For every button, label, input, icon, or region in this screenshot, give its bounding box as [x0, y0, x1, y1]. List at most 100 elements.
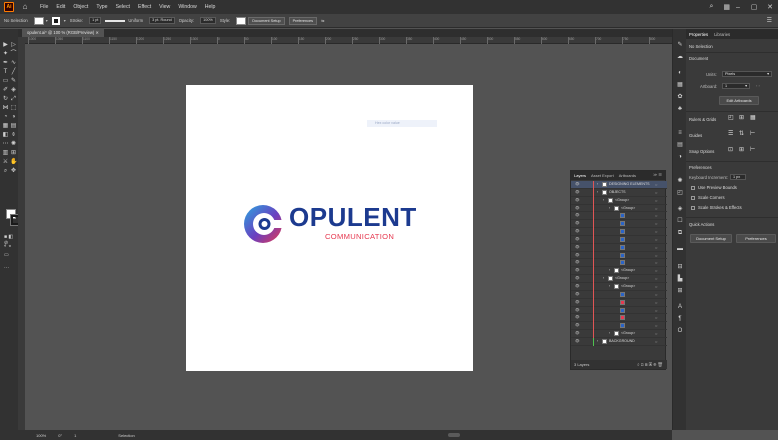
menu-edit[interactable]: Edit	[56, 4, 65, 10]
layer-row[interactable]: 👁 ○	[571, 306, 667, 315]
target-icon[interactable]: ○	[655, 253, 657, 258]
menu-effect[interactable]: Effect	[138, 4, 151, 10]
layer-actions-icons[interactable]: ⌕ ⊡ ⊞ ▣ ⊕ 🗑	[637, 360, 663, 369]
character-panel-icon[interactable]: A	[676, 303, 684, 311]
layer-row[interactable]: 👁 › OBJECTS ○	[571, 188, 667, 197]
visibility-eye-icon[interactable]: 👁	[575, 221, 580, 225]
artboard[interactable]: Hex color value OPULENT COMMUNICATION	[186, 85, 473, 371]
expand-arrow-icon[interactable]: ›	[609, 268, 610, 272]
target-icon[interactable]: ○	[655, 190, 657, 195]
target-icon[interactable]: ○	[655, 268, 657, 273]
target-icon[interactable]: ○	[655, 276, 657, 281]
curvature-tool-icon[interactable]: ∿	[10, 60, 17, 67]
target-icon[interactable]: ○	[655, 300, 657, 305]
align-panel-icon[interactable]: ⊟	[676, 263, 684, 271]
live-paint-icon[interactable]: ◑	[10, 114, 17, 121]
visibility-eye-icon[interactable]: 👁	[575, 300, 580, 304]
stroke-profile[interactable]: Uniform	[128, 18, 143, 23]
swatches-panel-icon[interactable]: ▦	[676, 81, 684, 89]
edit-toolbar-icon[interactable]: ···	[4, 265, 18, 271]
tab-libraries[interactable]: Libraries	[714, 32, 730, 37]
layer-row[interactable]: 👁 ○	[571, 290, 667, 299]
visibility-eye-icon[interactable]: 👁	[575, 292, 580, 296]
target-icon[interactable]: ○	[655, 315, 657, 320]
target-icon[interactable]: ○	[655, 221, 657, 226]
eraser-icon[interactable]: ◈	[10, 87, 17, 94]
document-setup-button[interactable]: Document Setup	[248, 16, 285, 25]
layer-row[interactable]: 👁 ○	[571, 259, 667, 268]
visibility-eye-icon[interactable]: 👁	[575, 245, 580, 249]
target-icon[interactable]: ○	[655, 206, 657, 211]
arrange-icon[interactable]: ⇆	[321, 18, 324, 23]
target-icon[interactable]: ○	[655, 182, 657, 187]
width-tool-icon[interactable]: ⋈	[2, 105, 9, 112]
expand-arrow-icon[interactable]: ›	[597, 190, 598, 194]
scale-tool-icon[interactable]: ⤢	[10, 96, 17, 103]
visibility-eye-icon[interactable]: 👁	[575, 260, 580, 264]
menu-view[interactable]: View	[159, 4, 170, 10]
opacity-field[interactable]: 100%	[200, 17, 216, 24]
screen-mode-icon[interactable]: ▭	[4, 252, 18, 258]
expand-arrow-icon[interactable]: ›	[603, 276, 604, 280]
preferences-button[interactable]: Preferences	[736, 234, 776, 243]
target-icon[interactable]: ○	[655, 308, 657, 313]
type-tool-icon[interactable]: T	[2, 69, 9, 76]
direct-selection-tool-icon[interactable]: ▷	[10, 42, 17, 49]
document-tab[interactable]: opulent.ai* @ 100 % (RGB/Preview) ✕	[22, 29, 105, 37]
visibility-eye-icon[interactable]: 👁	[575, 198, 580, 202]
pathfinder-panel-icon[interactable]: ▙	[676, 275, 684, 283]
target-icon[interactable]: ○	[655, 213, 657, 218]
column-graph-icon[interactable]: ▥	[2, 150, 9, 157]
target-icon[interactable]: ○	[655, 245, 657, 250]
chevron-down-icon[interactable]: ▾	[46, 18, 48, 23]
target-icon[interactable]: ○	[655, 331, 657, 336]
lock-guides-icon[interactable]: ⇅	[739, 130, 744, 137]
zoom-tool-icon[interactable]: ⌕	[2, 168, 9, 175]
target-icon[interactable]: ○	[655, 260, 657, 265]
grid-toggle-icon[interactable]: ⊞	[739, 114, 744, 121]
perspective-grid-icon[interactable]: ▦	[2, 123, 9, 130]
layer-row[interactable]: 👁 › <Group> ○	[571, 196, 667, 205]
target-icon[interactable]: ○	[655, 323, 657, 328]
visibility-eye-icon[interactable]: 👁	[575, 268, 580, 272]
visibility-eye-icon[interactable]: 👁	[575, 182, 580, 186]
layer-row[interactable]: 👁 ○	[571, 243, 667, 252]
menu-help[interactable]: Help	[205, 4, 216, 10]
symbol-sprayer-icon[interactable]: ✺	[10, 141, 17, 148]
draw-mode-icons[interactable]: ◐ ◒	[4, 243, 18, 249]
layer-row[interactable]: 👁 ○	[571, 220, 667, 229]
minimize-icon[interactable]: –	[730, 4, 746, 11]
zoom-level[interactable]: 100%	[36, 433, 46, 438]
layer-row[interactable]: 👁 ○	[571, 314, 667, 323]
tab-layers[interactable]: Layers	[574, 173, 586, 178]
opentype-panel-icon[interactable]: O	[676, 327, 684, 335]
layer-row[interactable]: 👁 ○	[571, 212, 667, 221]
paintbrush-icon[interactable]: ✎	[10, 78, 17, 85]
graphic-style-swatch[interactable]	[236, 16, 247, 25]
search-icon[interactable]: ⌕	[709, 3, 713, 11]
horizontal-scrollbar[interactable]	[448, 433, 460, 437]
mesh-tool-icon[interactable]: ▤	[10, 123, 17, 130]
panel-menu-icon[interactable]: ☰	[767, 17, 772, 24]
preferences-button[interactable]: Preferences	[288, 16, 318, 25]
layer-row[interactable]: 👁 ○	[571, 322, 667, 331]
ruler-origin[interactable]	[18, 37, 25, 44]
gradient-panel-icon[interactable]: ▤	[676, 141, 684, 149]
snap-point-icon[interactable]: ⊡	[728, 146, 733, 153]
artboard-navigator[interactable]: 1	[74, 433, 76, 438]
slice-tool-icon[interactable]: ⚔	[2, 159, 9, 166]
artboards-panel-icon[interactable]: ☐	[676, 217, 684, 225]
layer-row[interactable]: 👁 ○	[571, 251, 667, 260]
pen-tool-icon[interactable]: ✒	[2, 60, 9, 67]
visibility-eye-icon[interactable]: 👁	[575, 323, 580, 327]
target-icon[interactable]: ○	[655, 198, 657, 203]
layer-row[interactable]: 👁 › <Group> ○	[571, 275, 667, 284]
rotate-tool-icon[interactable]: ↻	[2, 96, 9, 103]
maximize-icon[interactable]: ▢	[746, 3, 762, 11]
snap-pixel-icon[interactable]: ⊞	[739, 146, 744, 153]
layer-row[interactable]: 👁 › <Group> ○	[571, 282, 667, 291]
vertical-ruler[interactable]	[18, 44, 25, 430]
color-panel-icon[interactable]: ◐	[676, 69, 684, 77]
layer-row[interactable]: 👁 › <Group> ○	[571, 267, 667, 276]
edit-artboards-button[interactable]: Edit Artboards	[719, 96, 759, 105]
